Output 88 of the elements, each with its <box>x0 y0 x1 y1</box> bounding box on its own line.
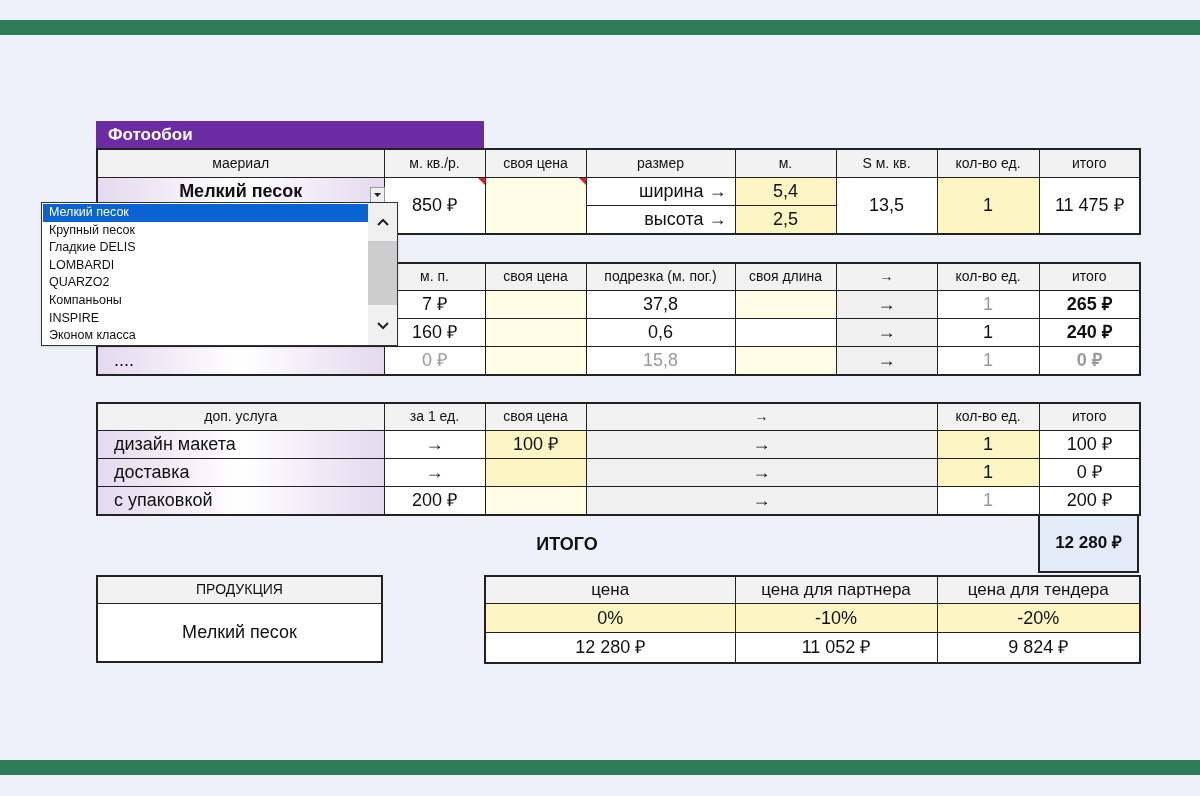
input-field[interactable] <box>735 290 836 319</box>
chevron-down-icon[interactable] <box>376 322 389 330</box>
table-cell: 0,6 <box>586 318 735 347</box>
table-cell: 1 <box>937 486 1039 515</box>
column-header: итого <box>1039 149 1140 177</box>
input-field[interactable]: 2,5 <box>735 205 836 234</box>
table-cell: 0 ₽ <box>1039 346 1140 375</box>
table-cell: → <box>836 290 937 319</box>
row-label: .... <box>97 346 384 375</box>
scrollbar-thumb[interactable] <box>368 241 397 305</box>
column-header: своя цена <box>485 262 586 291</box>
row-label: дизайн макета <box>97 430 384 458</box>
chevron-up-icon[interactable] <box>376 218 389 226</box>
input-field[interactable]: 5,4 <box>735 177 836 205</box>
input-field[interactable] <box>485 458 586 486</box>
input-field[interactable] <box>735 346 836 375</box>
input-field[interactable] <box>485 177 586 234</box>
input-field[interactable] <box>485 486 586 515</box>
row-label: высота → <box>586 205 735 234</box>
card-heading: ПРОДУКЦИЯ <box>98 576 381 604</box>
column-header: цена для партнера <box>735 575 937 604</box>
row-label: с упаковкой <box>97 486 384 515</box>
table-cell: 100 ₽ <box>1039 430 1140 458</box>
table-cell: → <box>836 318 937 347</box>
column-header: за 1 ед. <box>384 403 485 430</box>
dropdown-option[interactable]: Мелкий песок <box>43 204 368 222</box>
table-cell: 0 ₽ <box>384 346 485 375</box>
table-cell: 200 ₽ <box>1039 486 1140 515</box>
table-cell: 0 ₽ <box>1039 458 1140 486</box>
total-value: 12 280 ₽ <box>1038 515 1139 573</box>
column-header: своя длина <box>735 262 836 291</box>
column-header: итого <box>1039 403 1140 430</box>
total-label: ИТОГО <box>536 532 598 556</box>
input-field[interactable]: 1 <box>937 458 1039 486</box>
row-label: ширина → <box>586 177 735 205</box>
table-cell: 11 052 ₽ <box>735 632 937 663</box>
input-field[interactable]: -20% <box>937 603 1140 633</box>
column-header: → <box>586 403 937 430</box>
column-header: S м. кв. <box>836 149 937 177</box>
section-title: Фотообои <box>96 121 484 148</box>
table-cell: 13,5 <box>836 177 937 234</box>
row-label: доставка <box>97 458 384 486</box>
dropdown-option[interactable]: Эконом класса <box>43 327 368 345</box>
table-cell: → <box>586 486 937 515</box>
column-header: своя цена <box>485 403 586 430</box>
column-header: кол-во ед. <box>937 149 1039 177</box>
table-cell: 240 ₽ <box>1039 318 1140 347</box>
table-cell: 200 ₽ <box>384 486 485 515</box>
table-cell: 265 ₽ <box>1039 290 1140 319</box>
column-header: кол-во ед. <box>937 262 1039 291</box>
column-header: своя цена <box>485 149 586 177</box>
input-field[interactable]: 1 <box>937 430 1039 458</box>
table-cell: → <box>384 458 485 486</box>
table-cell: 1 <box>937 290 1039 319</box>
table-cell: 37,8 <box>586 290 735 319</box>
column-header: цена <box>485 575 735 604</box>
column-header: доп. услуга <box>97 403 384 430</box>
table-cell: 1 <box>937 318 1039 347</box>
table-cell: 9 824 ₽ <box>937 632 1140 663</box>
column-header: подрезка (м. пог.) <box>586 262 735 291</box>
input-field[interactable] <box>485 346 586 375</box>
column-header: итого <box>1039 262 1140 291</box>
column-header: м. кв./р. <box>384 149 485 177</box>
column-header: м. <box>735 149 836 177</box>
table-cell: → <box>586 430 937 458</box>
table-cell: → <box>836 346 937 375</box>
price-text: 850 ₽ <box>411 194 457 215</box>
column-header: цена для тендера <box>937 575 1140 604</box>
table-cell: 12 280 ₽ <box>485 632 735 663</box>
input-field[interactable]: 100 ₽ <box>485 430 586 458</box>
caret-down-icon <box>373 193 381 197</box>
input-field[interactable]: 1 <box>937 177 1039 234</box>
column-header: кол-во ед. <box>937 403 1039 430</box>
selected-material: Мелкий песок <box>178 180 304 201</box>
table-cell: 15,8 <box>586 346 735 375</box>
column-header: размер <box>586 149 735 177</box>
input-field[interactable] <box>485 318 586 347</box>
column-header: маериал <box>97 149 384 177</box>
input-field[interactable]: -10% <box>735 603 937 633</box>
product-name: Мелкий песок <box>181 620 298 644</box>
table-cell: 1 <box>937 346 1039 375</box>
table-cell: 11 475 ₽ <box>1039 177 1140 234</box>
table-cell: → <box>586 458 937 486</box>
input-field[interactable] <box>485 290 586 319</box>
table-cell: → <box>384 430 485 458</box>
input-field[interactable]: 0% <box>485 603 735 633</box>
scrollbar[interactable] <box>368 203 397 345</box>
column-header: → <box>836 262 937 291</box>
